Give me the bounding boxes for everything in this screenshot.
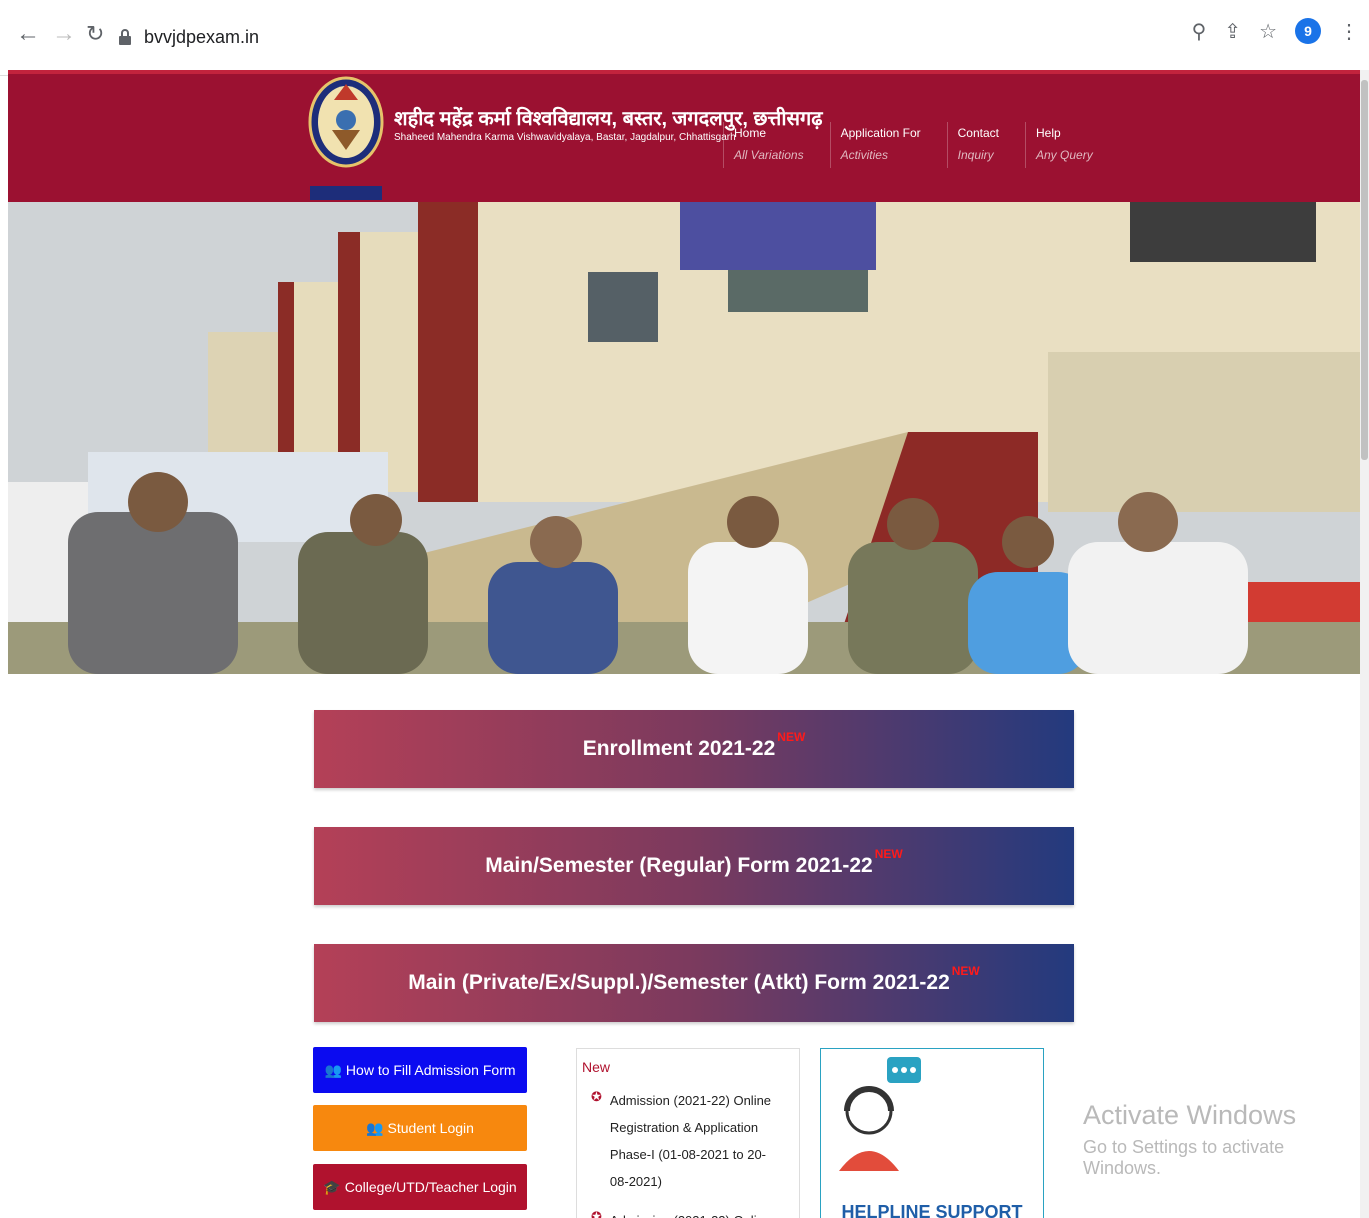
share-icon[interactable]: ⇪ [1224,19,1241,44]
button-label: How to Fill Admission Form [345,1062,516,1078]
news-item[interactable]: ✪ Admission (2021-22) Online [591,1207,799,1218]
menu-kebab-icon[interactable]: ⋮ [1339,19,1359,44]
bullet-icon: ✪ [591,1209,602,1218]
enrollment-banner-button[interactable]: Enrollment 2021-22 NEW [314,710,1074,788]
reload-icon[interactable]: ↻ [86,22,104,46]
news-text: Admission (2021-22) Online [610,1207,780,1218]
private-form-banner-button[interactable]: Main (Private/Ex/Suppl.)/Semester (Atkt)… [314,944,1074,1022]
users-icon: 👥 [324,1061,342,1078]
menu-label: Application For [840,126,921,140]
browser-toolbar: ← → ↻ bvvjdpexam.in ⚲ ⇪ ☆ 9 ⋮ [0,0,1369,76]
bookmark-star-icon[interactable]: ☆ [1259,19,1277,44]
news-item[interactable]: ✪ Admission (2021-22) Online Registratio… [591,1087,799,1195]
watermark-line-2: Go to Settings to activate Windows. [1083,1137,1285,1178]
new-badge: NEW [874,847,903,861]
menu-sublabel: Any Query [1036,148,1093,162]
back-icon[interactable]: ← [16,22,40,46]
news-text: Admission (2021-22) Online Registration … [609,1093,772,1189]
profile-avatar[interactable]: 9 [1295,18,1321,44]
activate-windows-watermark: Activate Windows Go to Settings to activ… [1083,1100,1360,1179]
menu-sublabel: Activities [840,148,888,162]
menu-sublabel: All Variations [734,148,804,162]
helpline-panel[interactable]: HELPLINE SUPPORT [820,1048,1044,1218]
bullet-icon: ✪ [591,1089,602,1104]
student-login-button[interactable]: 👥 Student Login [313,1105,527,1151]
page-viewport: शहीद महेंद्र कर्मा विश्वविद्यालय, बस्तर,… [8,70,1360,1218]
users-icon: 👥 [366,1119,384,1136]
address-bar[interactable]: bvvjdpexam.in [118,20,1298,54]
site-header: शहीद महेंद्र कर्मा विश्वविद्यालय, बस्तर,… [8,70,1360,202]
banner-label: Main/Semester (Regular) Form 2021-22 [485,854,873,877]
new-badge: NEW [951,964,980,978]
hero-photo [8,202,1360,674]
forward-icon[interactable]: → [52,22,76,46]
button-label: Student Login [387,1120,474,1136]
college-teacher-login-button[interactable]: 🎓 College/UTD/Teacher Login [313,1164,527,1210]
scrollbar-thumb[interactable] [1361,80,1368,460]
zoom-icon[interactable]: ⚲ [1192,19,1207,44]
news-title: New [582,1059,611,1075]
how-to-fill-admission-button[interactable]: 👥 How to Fill Admission Form [313,1047,527,1093]
new-badge: NEW [777,730,806,744]
menu-item-contact[interactable]: Contact Inquiry [946,122,1009,168]
helpline-label: HELPLINE SUPPORT [841,1202,1023,1218]
menu-item-application[interactable]: Application For Activities [829,122,931,168]
regular-form-banner-button[interactable]: Main/Semester (Regular) Form 2021-22 NEW [314,827,1074,905]
vertical-scrollbar[interactable] [1360,70,1369,1218]
banner-label: Main (Private/Ex/Suppl.)/Semester (Atkt)… [408,971,950,994]
news-panel: New ✪ Admission (2021-22) Online Registr… [576,1048,800,1218]
helpline-support-icon [839,1057,921,1171]
menu-label: Contact [957,126,999,140]
main-menu: Home All Variations Application For Acti… [723,122,1119,168]
menu-item-help[interactable]: Help Any Query [1025,122,1103,168]
university-logo[interactable] [306,70,386,204]
menu-label: Help [1036,126,1061,140]
url-text: bvvjdpexam.in [144,26,260,47]
menu-sublabel: Inquiry [957,148,994,162]
lock-icon [119,29,131,45]
menu-item-home[interactable]: Home All Variations [723,122,814,168]
watermark-line-1: Activate Windows [1083,1100,1297,1130]
button-label: College/UTD/Teacher Login [344,1179,517,1195]
graduation-cap-icon: 🎓 [323,1178,341,1195]
banner-label: Enrollment 2021-22 [582,737,776,760]
menu-label: Home [734,126,767,140]
university-title-english: Shaheed Mahendra Karma Vishwavidyalaya, … [394,132,736,143]
